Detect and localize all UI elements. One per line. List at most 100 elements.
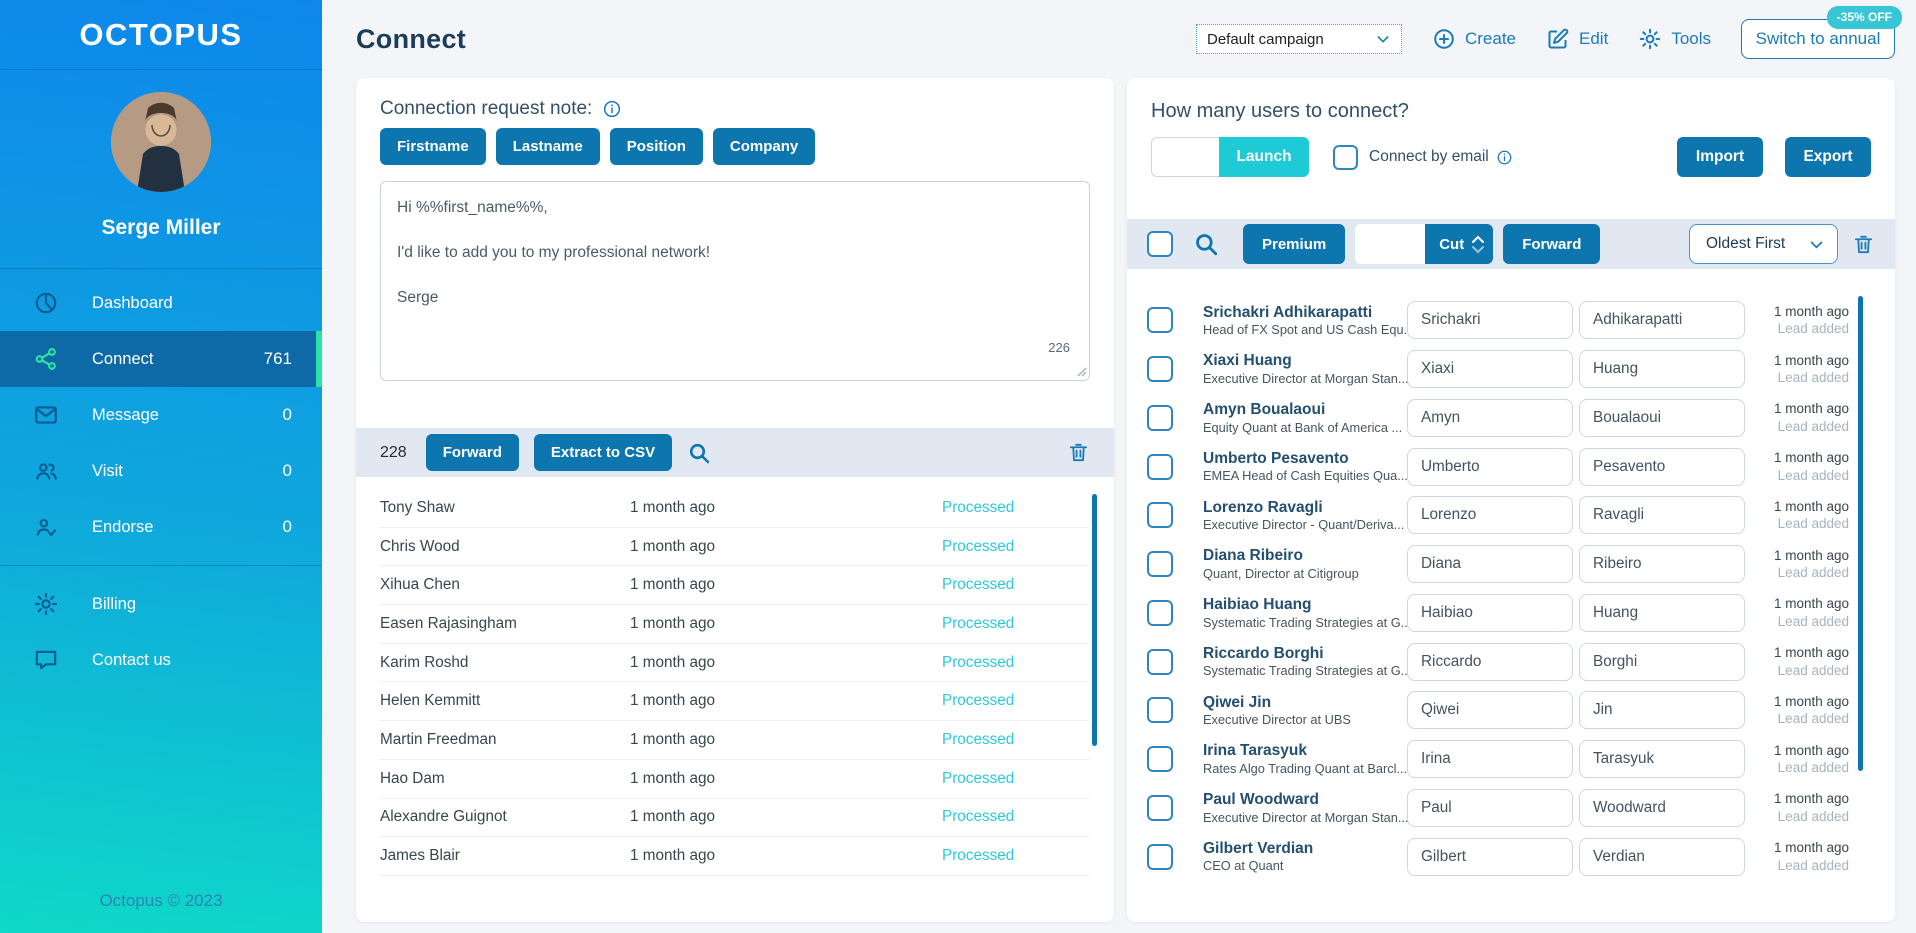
first-name-input[interactable] bbox=[1407, 837, 1573, 876]
last-name-input[interactable] bbox=[1579, 447, 1745, 486]
table-row[interactable]: Tony Shaw 1 month ago Processed bbox=[380, 489, 1090, 528]
lead-name[interactable]: Xiaxi Huang bbox=[1203, 351, 1407, 370]
lead-checkbox[interactable] bbox=[1147, 551, 1173, 578]
table-row[interactable]: Hao Dam 1 month ago Processed bbox=[380, 760, 1090, 799]
lead-checkbox[interactable] bbox=[1147, 599, 1173, 626]
lead-name[interactable]: Diana Ribeiro bbox=[1203, 546, 1407, 565]
cut-button[interactable]: Cut bbox=[1425, 224, 1494, 264]
sidebar-item-contact-us[interactable]: Contact us bbox=[0, 632, 322, 688]
last-name-input[interactable] bbox=[1579, 740, 1745, 779]
firstname-tag-button[interactable]: Firstname bbox=[380, 128, 486, 165]
table-row[interactable]: Helen Kemmitt 1 month ago Processed bbox=[380, 682, 1090, 722]
step-up-icon[interactable] bbox=[1471, 235, 1485, 244]
last-name-input[interactable] bbox=[1579, 788, 1745, 827]
last-name-input[interactable] bbox=[1579, 691, 1745, 730]
first-name-input[interactable] bbox=[1407, 740, 1573, 779]
sidebar-item-endorse[interactable]: Endorse 0 bbox=[0, 499, 322, 555]
first-name-input[interactable] bbox=[1407, 398, 1573, 437]
sort-select[interactable]: Oldest First bbox=[1689, 224, 1838, 264]
forward-button[interactable]: Forward bbox=[1503, 224, 1601, 264]
tools-button[interactable]: Tools bbox=[1638, 27, 1711, 51]
trash-icon[interactable] bbox=[1852, 233, 1875, 256]
first-name-input[interactable] bbox=[1407, 545, 1573, 584]
lead-checkbox[interactable] bbox=[1147, 648, 1173, 675]
first-name-input[interactable] bbox=[1407, 691, 1573, 730]
table-row[interactable]: James Blair 1 month ago Processed bbox=[380, 837, 1090, 876]
sidebar-item-visit[interactable]: Visit 0 bbox=[0, 443, 322, 499]
extract-to-csv-button[interactable]: Extract to CSV bbox=[533, 434, 673, 471]
lead-name[interactable]: Amyn Boualaoui bbox=[1203, 400, 1407, 419]
sidebar-item-connect[interactable]: Connect 761 bbox=[0, 331, 322, 387]
cut-count-input[interactable] bbox=[1355, 224, 1426, 264]
lead-name[interactable]: Lorenzo Ravagli bbox=[1203, 498, 1407, 517]
last-name-input[interactable] bbox=[1579, 593, 1745, 632]
last-name-input[interactable] bbox=[1579, 301, 1745, 340]
last-name-input[interactable] bbox=[1579, 350, 1745, 389]
scrollbar-thumb[interactable] bbox=[1092, 494, 1097, 746]
info-icon[interactable] bbox=[1496, 149, 1513, 166]
lead-checkbox[interactable] bbox=[1147, 356, 1173, 383]
launch-button[interactable]: Launch bbox=[1219, 137, 1309, 177]
premium-button[interactable]: Premium bbox=[1243, 224, 1346, 264]
step-down-icon[interactable] bbox=[1471, 245, 1485, 254]
lead-name[interactable]: Srichakri Adhikarapatti bbox=[1203, 303, 1407, 322]
sidebar-item-billing[interactable]: Billing bbox=[0, 576, 322, 632]
create-button[interactable]: Create bbox=[1432, 27, 1516, 51]
lead-row: Lorenzo Ravagli Executive Director - Qua… bbox=[1147, 491, 1875, 540]
last-name-input[interactable] bbox=[1579, 642, 1745, 681]
lead-name[interactable]: Irina Tarasyuk bbox=[1203, 741, 1407, 760]
lead-name[interactable]: Umberto Pesavento bbox=[1203, 449, 1407, 468]
first-name-input[interactable] bbox=[1407, 642, 1573, 681]
lead-name[interactable]: Haibiao Huang bbox=[1203, 595, 1407, 614]
select-all-checkbox[interactable] bbox=[1147, 231, 1173, 257]
lead-checkbox[interactable] bbox=[1147, 697, 1173, 724]
lead-name[interactable]: Paul Woodward bbox=[1203, 790, 1407, 809]
first-name-input[interactable] bbox=[1407, 447, 1573, 486]
sidebar-item-message[interactable]: Message 0 bbox=[0, 387, 322, 443]
first-name-input[interactable] bbox=[1407, 350, 1573, 389]
first-name-input[interactable] bbox=[1407, 496, 1573, 535]
info-icon[interactable] bbox=[602, 99, 622, 119]
first-name-input[interactable] bbox=[1407, 301, 1573, 340]
lead-name[interactable]: Riccardo Borghi bbox=[1203, 644, 1407, 663]
last-name-input[interactable] bbox=[1579, 398, 1745, 437]
lead-checkbox[interactable] bbox=[1147, 502, 1173, 529]
edit-button[interactable]: Edit bbox=[1546, 27, 1608, 51]
first-name-input[interactable] bbox=[1407, 593, 1573, 632]
company-tag-button[interactable]: Company bbox=[712, 128, 816, 165]
table-row[interactable]: Easen Rajasingham 1 month ago Processed bbox=[380, 605, 1090, 644]
lead-checkbox[interactable] bbox=[1147, 404, 1173, 431]
last-name-input[interactable] bbox=[1579, 496, 1745, 535]
position-tag-button[interactable]: Position bbox=[609, 128, 703, 165]
import-button[interactable]: Import bbox=[1677, 137, 1763, 177]
table-row[interactable]: Martin Freedman 1 month ago Processed bbox=[380, 721, 1090, 760]
last-name-input[interactable] bbox=[1579, 545, 1745, 584]
scrollbar-thumb[interactable] bbox=[1858, 296, 1863, 771]
lead-checkbox[interactable] bbox=[1147, 843, 1173, 870]
note-textarea[interactable]: Hi %%first_name%%, I'd like to add you t… bbox=[380, 181, 1090, 381]
lead-name[interactable]: Qiwei Jin bbox=[1203, 693, 1407, 712]
lead-checkbox[interactable] bbox=[1147, 453, 1173, 480]
users-count-input[interactable] bbox=[1151, 137, 1219, 177]
first-name-input[interactable] bbox=[1407, 788, 1573, 827]
forward-button[interactable]: Forward bbox=[425, 434, 519, 471]
table-row[interactable]: Karim Roshd 1 month ago Processed bbox=[380, 644, 1090, 683]
table-row[interactable]: Alexandre Guignot 1 month ago Processed bbox=[380, 799, 1090, 838]
lastname-tag-button[interactable]: Lastname bbox=[495, 128, 600, 165]
campaign-select[interactable]: Default campaign bbox=[1195, 24, 1402, 54]
table-row[interactable]: Xihua Chen 1 month ago Processed bbox=[380, 566, 1090, 606]
resize-handle-icon[interactable] bbox=[1077, 367, 1087, 377]
switch-to-annual-button[interactable]: Switch to annual -35% OFF bbox=[1741, 6, 1902, 59]
lead-checkbox[interactable] bbox=[1147, 746, 1173, 773]
last-name-input[interactable] bbox=[1579, 837, 1745, 876]
search-icon[interactable] bbox=[1193, 231, 1219, 257]
search-icon[interactable] bbox=[687, 441, 711, 465]
export-button[interactable]: Export bbox=[1785, 137, 1871, 177]
lead-checkbox[interactable] bbox=[1147, 307, 1173, 334]
lead-name[interactable]: Gilbert Verdian bbox=[1203, 839, 1407, 858]
sidebar-item-dashboard[interactable]: Dashboard bbox=[0, 275, 322, 331]
table-row[interactable]: Chris Wood 1 month ago Processed bbox=[380, 528, 1090, 567]
trash-icon[interactable] bbox=[1067, 441, 1090, 464]
connect-by-email-checkbox[interactable] bbox=[1333, 144, 1358, 170]
lead-checkbox[interactable] bbox=[1147, 794, 1173, 821]
